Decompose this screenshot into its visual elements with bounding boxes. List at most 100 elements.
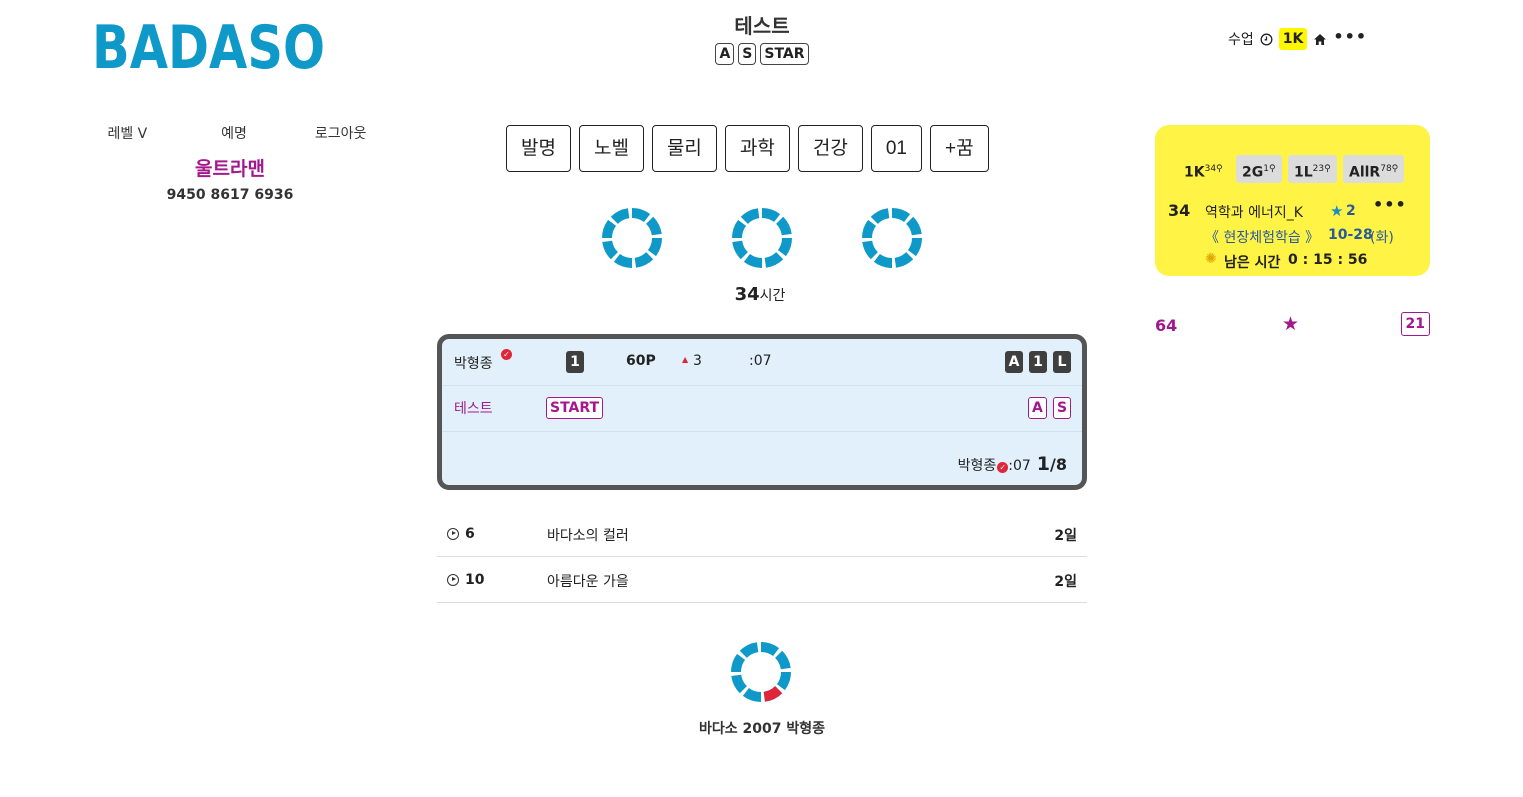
start-button[interactable]: START (546, 397, 604, 419)
category-health-button[interactable]: 건강 (797, 125, 863, 172)
panel-tag-1k[interactable]: 1K34⚲ (1178, 155, 1229, 183)
course-number: 34 (1168, 201, 1191, 220)
panel-tag-1l[interactable]: 1L23⚲ (1288, 155, 1337, 183)
hours-value: 34 (734, 284, 760, 305)
stats-row: 64 ★ 21 (1155, 312, 1430, 338)
player-name[interactable]: 박형종 (454, 353, 493, 373)
list-item-number: 10 (465, 572, 485, 588)
stat-right-badge[interactable]: 21 (1400, 312, 1430, 336)
search-icon: ⚲ (1216, 164, 1223, 174)
logo-text: BADASO (92, 14, 325, 74)
hours-unit: 시간 (759, 288, 786, 304)
tag-s[interactable]: S (1053, 397, 1072, 419)
list-item-title[interactable]: 바다소의 컬러 (547, 525, 629, 545)
card-summary: 박형종 ✓ :07 1 /8 (958, 453, 1067, 475)
summary-time: :07 (1008, 458, 1031, 474)
category-01-button[interactable]: 01 (870, 125, 922, 172)
summary-total: /8 (1050, 455, 1067, 474)
panel-tag-allr[interactable]: AllR78⚲ (1343, 155, 1405, 183)
top-nav: 수업 1K ••• (1228, 27, 1367, 50)
page-title: 테스트 (734, 14, 790, 38)
user-phone: 9450 8617 6936 (166, 187, 294, 203)
list-item-days: 2일 (1054, 528, 1077, 544)
search-icon: ⚲ (1324, 164, 1331, 174)
title-tag-star[interactable]: STAR (760, 43, 809, 65)
level-badge[interactable]: 1K (1278, 28, 1308, 50)
list-item[interactable]: 10 아름다운 가을 2일 (437, 557, 1087, 603)
home-icon[interactable] (1313, 33, 1327, 46)
level-link[interactable]: 레벨 V (74, 123, 181, 143)
title-tag-a[interactable]: A (715, 43, 735, 65)
player-level: 1 (566, 351, 584, 373)
panel-tag-label: AllR (1349, 164, 1381, 181)
tag-a[interactable]: A (1028, 397, 1047, 419)
course-panel: 1K34⚲ 2G1⚲ 1L23⚲ AllR78⚲ 34 역학과 에너지_K ★ … (1155, 125, 1430, 276)
category-nobel-button[interactable]: 노벨 (578, 125, 644, 172)
category-science-button[interactable]: 과학 (724, 125, 790, 172)
progress-ring-1[interactable] (600, 206, 664, 270)
panel-tag-count: 34 (1204, 164, 1217, 174)
category-invention-button[interactable]: 발명 (506, 125, 571, 172)
player-time: :07 (749, 353, 772, 369)
course-more-icon[interactable]: ••• (1373, 195, 1407, 214)
remaining-time: 0 : 15 : 56 (1288, 252, 1368, 268)
card-row-test: 테스트 START A S (442, 386, 1082, 432)
clock-icon[interactable] (1260, 33, 1273, 46)
player-points: 60P (626, 353, 656, 369)
class-link[interactable]: 수업 (1228, 29, 1254, 49)
list-item-title[interactable]: 아름다운 가을 (547, 571, 629, 591)
category-physics-button[interactable]: 물리 (651, 125, 717, 172)
badaso-logo[interactable]: BADASO (92, 14, 372, 74)
list-item[interactable]: 6 바다소의 컬러 2일 (437, 511, 1087, 557)
logout-link[interactable]: 로그아웃 (287, 123, 394, 143)
badge-l[interactable]: L (1053, 351, 1071, 373)
search-icon: ⚲ (1268, 164, 1276, 174)
summary-verified-icon: ✓ (997, 462, 1009, 473)
total-hours: 34시간 (690, 284, 830, 305)
progress-ring-2[interactable] (730, 206, 794, 270)
panel-tag-count: 23 (1312, 164, 1325, 174)
verified-icon: ✓ (501, 349, 512, 360)
course-stars: 2 (1346, 203, 1356, 219)
stat-left-value: 64 (1155, 316, 1178, 335)
panel-tag-2g[interactable]: 2G1⚲ (1236, 155, 1282, 183)
user-name[interactable]: 울트라맨 (130, 154, 330, 181)
rank-up-icon: ▲ (682, 355, 689, 364)
star-icon[interactable]: ★ (1282, 313, 1299, 335)
card-row-player: 박형종 ✓ 1 60P ▲ 3 :07 A 1 L (442, 339, 1082, 386)
rank-up-value: 3 (693, 353, 702, 369)
footer-ring-icon (731, 642, 791, 702)
panel-tag-label: 1K (1184, 164, 1205, 181)
remaining-label: 남은 시간 (1224, 255, 1281, 271)
summary-count: 1 (1036, 453, 1051, 475)
play-icon[interactable] (447, 528, 459, 540)
course-event: 《 현장체험학습 》 (1205, 230, 1320, 246)
star-icon: ★ (1330, 202, 1344, 220)
nickname-link[interactable]: 예명 (181, 123, 288, 143)
test-label[interactable]: 테스트 (454, 398, 493, 418)
panel-tag-label: 1L (1294, 164, 1313, 181)
course-title[interactable]: 역학과 에너지_K (1205, 202, 1303, 222)
badge-1[interactable]: 1 (1029, 351, 1047, 373)
user-nav: 레벨 V 예명 로그아웃 (74, 123, 394, 143)
list-item-number-wrap: 6 (447, 526, 475, 542)
play-icon[interactable] (447, 574, 459, 586)
title-tags: A S STAR (612, 43, 912, 65)
list-item-number-wrap: 10 (447, 572, 484, 588)
panel-tag-label: 2G (1242, 164, 1264, 181)
footer-text: 바다소 2007 박형종 (699, 721, 825, 737)
search-icon: ⚲ (1391, 164, 1399, 174)
progress-ring-3[interactable] (860, 206, 924, 270)
list-item-number: 6 (465, 526, 475, 542)
badge-a[interactable]: A (1005, 351, 1023, 373)
course-date: 10-28 (1328, 227, 1373, 243)
loading-icon: ✺ (1205, 251, 1217, 267)
panel-tag-count: 78 (1380, 164, 1392, 174)
category-buttons: 발명 노벨 물리 과학 건강 01 +꿈 (506, 125, 989, 172)
summary-player: 박형종 (957, 458, 997, 474)
category-dream-button[interactable]: +꿈 (929, 125, 989, 172)
more-icon[interactable]: ••• (1333, 27, 1367, 46)
title-tag-s[interactable]: S (738, 43, 757, 65)
course-weekday: (화) (1370, 230, 1394, 246)
card-row-summary: 박형종 ✓ :07 1 /8 (442, 432, 1082, 485)
